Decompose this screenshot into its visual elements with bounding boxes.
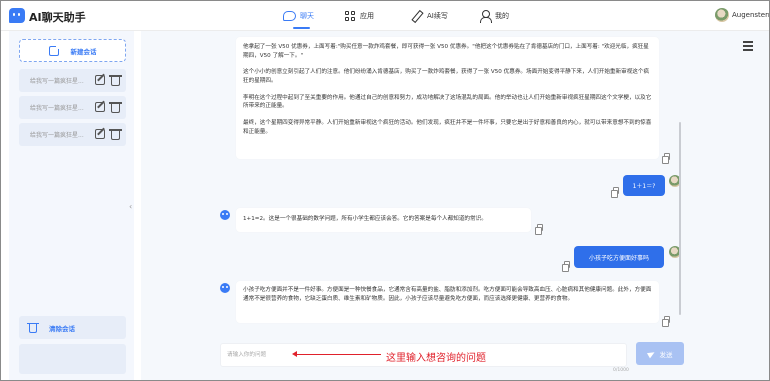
new-chat-label: 新建会话 — [70, 47, 97, 56]
avatar[interactable] — [715, 8, 729, 22]
nav-mine-label: 我的 — [495, 12, 509, 20]
collapse-sidebar-icon[interactable]: ‹ — [129, 202, 132, 211]
conversation-title: 给我写一篇疯狂星... — [30, 78, 84, 85]
nav-chat[interactable]: 聊天 — [283, 1, 314, 31]
message-paragraph: 李明在这个过程中起到了至关重要的作用。他通过自己的创意和努力，成功地解决了这场混… — [243, 94, 652, 110]
robot-icon — [220, 210, 230, 220]
nav-apps[interactable]: 应用 — [345, 1, 374, 31]
grid-icon — [345, 10, 356, 22]
clear-chat-label: 清除会话 — [49, 324, 75, 333]
conversation-item[interactable]: 给我写一篇疯狂星... — [19, 123, 126, 146]
copy-icon[interactable] — [662, 316, 670, 327]
nav-mine[interactable]: 我的 — [480, 1, 509, 31]
char-count: 0/1000 — [613, 368, 629, 373]
robot-icon — [220, 283, 230, 293]
conversation-title: 给我写一篇疯狂星... — [30, 105, 84, 112]
copy-icon[interactable] — [662, 153, 670, 164]
menu-icon[interactable] — [743, 41, 753, 51]
nav-ai-write-label: AI续写 — [427, 12, 448, 20]
app-title: AI聊天助手 — [29, 11, 86, 24]
sidebar: 新建会话 给我写一篇疯狂星... 给我写一篇疯狂星... 给我写一篇疯狂星...… — [9, 31, 134, 380]
nav-ai-write[interactable]: AI续写 — [410, 1, 448, 31]
copy-icon[interactable] — [562, 261, 570, 272]
copy-icon[interactable] — [611, 187, 619, 198]
user-name[interactable]: Augenstern — [732, 11, 769, 19]
clear-chat-button[interactable]: 清除会话 — [19, 316, 126, 339]
copy-icon[interactable] — [535, 224, 543, 235]
sidebar-footer — [19, 344, 126, 374]
annotation-arrow — [292, 351, 381, 357]
nav-apps-label: 应用 — [360, 12, 374, 20]
user-message-text: 小孩子吃方便面好事吗 — [588, 254, 649, 262]
assistant-message: 他拿起了一张 V50 优惠券，上面写着:"购买任意一款炸鸡套餐，即可获得一张 V… — [236, 37, 659, 159]
new-chat-icon — [48, 43, 61, 56]
user-message-text: 1＋1＝? — [632, 183, 656, 190]
top-bar: AI聊天助手 聊天 应用 AI续写 我的 Augenstern — [1, 1, 769, 31]
trash-icon — [27, 322, 39, 333]
user-message: 1＋1＝? — [623, 175, 665, 196]
send-icon — [646, 349, 656, 358]
message-paragraph: 最终，这个星期四变得异常平静。人们开始重新审视这个疯狂的活动。他们发现，疯狂并不… — [243, 119, 652, 135]
message-paragraph: 这个小小的创意立刻引起了人们的注意。他们纷纷涌入肯德基店，购买了一款炸鸡套餐，获… — [243, 69, 650, 84]
app-window: AI聊天助手 聊天 应用 AI续写 我的 Augenstern 新建会话 给我写… — [0, 0, 770, 381]
send-label: 发送 — [659, 350, 673, 359]
user-icon — [480, 10, 492, 23]
pen-icon — [410, 10, 423, 22]
edit-icon[interactable] — [95, 129, 105, 139]
user-message: 小孩子吃方便面好事吗 — [574, 246, 664, 268]
trash-icon[interactable] — [109, 102, 122, 113]
message-paragraph: 1+1=2。这是一个很基础的数学问题，所有小学生都应该会答。它的答案是每个人都知… — [243, 216, 487, 222]
assistant-message: 1+1=2。这是一个很基础的数学问题，所有小学生都应该会答。它的答案是每个人都知… — [236, 208, 531, 232]
app-logo-icon — [9, 8, 25, 23]
chat-bubble-icon — [283, 11, 296, 21]
new-chat-button[interactable]: 新建会话 — [19, 39, 126, 62]
edit-icon[interactable] — [95, 102, 105, 112]
assistant-message: 小孩子吃方便面并不是一件好事。方便面是一种快餐食品，它通常含有高量的盐、脂肪和添… — [236, 281, 659, 323]
annotation-text: 这里输入想咨询的问题 — [386, 353, 486, 364]
trash-icon[interactable] — [109, 129, 122, 140]
conversation-title: 给我写一篇疯狂星... — [30, 132, 84, 139]
conversation-item[interactable]: 给我写一篇疯狂星... — [19, 69, 126, 92]
trash-icon[interactable] — [109, 75, 122, 86]
message-input[interactable] — [227, 348, 287, 362]
edit-icon[interactable] — [95, 75, 105, 85]
send-button[interactable]: 发送 — [636, 342, 684, 365]
message-paragraph: 他拿起了一张 V50 优惠券，上面写着:"购买任意一款炸鸡套餐，即可获得一张 V… — [243, 44, 649, 59]
scrollbar[interactable] — [679, 122, 681, 315]
nav-chat-label: 聊天 — [300, 12, 314, 20]
conversation-item[interactable]: 给我写一篇疯狂星... — [19, 96, 126, 119]
message-paragraph: 小孩子吃方便面并不是一件好事。方便面是一种快餐食品，它通常含有高量的盐、脂肪和添… — [243, 287, 652, 302]
